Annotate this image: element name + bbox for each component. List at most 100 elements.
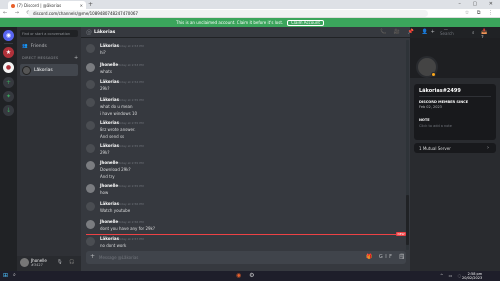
taskbar-apps[interactable]: ◉ ⚙ <box>236 272 258 279</box>
message-author[interactable]: Lãkorias <box>100 97 119 102</box>
message-row[interactable]: Jhonelle Today at 2:53 PM whats <box>84 62 404 80</box>
avatar[interactable] <box>20 258 29 267</box>
note-header: NOTE <box>419 118 430 122</box>
taskbar-search-icon[interactable]: ⌕ <box>13 272 16 278</box>
avatar[interactable] <box>86 220 95 229</box>
message-timestamp: Today at 2:55 PM <box>118 183 144 188</box>
message-author[interactable]: Jhonelle <box>100 62 118 67</box>
message-timestamp: Today at 2:56 PM <box>118 219 144 224</box>
message-row[interactable]: Lãkorias Today at 2:53 PM hi? <box>84 43 404 61</box>
message-text: And try <box>100 174 115 179</box>
browser-toolbar-icons[interactable]: ☆ ⧉ ⋮ <box>465 10 496 16</box>
message-author[interactable]: Lãkorias <box>100 201 119 206</box>
create-dm-button[interactable]: + <box>74 55 78 61</box>
profile-name: Lãkorias#2499 <box>419 88 461 94</box>
message-text: Watch youtube <box>100 208 131 213</box>
search-icon: ⌕ <box>472 31 475 36</box>
add-server-icon[interactable]: + <box>3 77 14 88</box>
message-timestamp: Today at 2:55 PM <box>118 97 144 102</box>
tab-title: (7) Discord | @ākorias <box>17 3 62 8</box>
message-text: 29k? <box>100 150 110 155</box>
chevron-right-icon: › <box>487 145 489 151</box>
explore-icon[interactable]: ✦ <box>3 91 14 102</box>
message-row[interactable]: Lãkorias Today at 2:55 PM what do u mean i … <box>84 97 404 116</box>
sidebar-item-friends[interactable]: 👥 Friends <box>22 44 47 49</box>
note-input[interactable]: Click to add a note <box>419 124 452 128</box>
new-messages-badge: NEW <box>396 232 407 236</box>
message-row[interactable]: Lãkorias Today at 2:55 PM 8rz wrote answer… <box>84 120 404 139</box>
url-field[interactable]: discord.com/channels/@me/108948074824747… <box>28 10 428 17</box>
message-author[interactable]: Lãkorias <box>100 43 119 48</box>
dm-item-name: Lãkorias <box>34 68 53 73</box>
discord-home-icon[interactable]: ◉ <box>3 30 14 41</box>
member-since-header: DISCORD MEMBER SINCE <box>419 100 469 104</box>
download-icon[interactable]: ↓ <box>3 105 14 116</box>
scrollbar-thumb[interactable] <box>406 195 409 245</box>
message-text: dont you have any for 29k? <box>100 226 155 231</box>
chrome-app-icon[interactable]: ◉ <box>236 272 244 279</box>
message-text: 8rz wrote answer. <box>100 127 136 132</box>
banner-text: This is an unclaimed account. Claim it b… <box>176 20 284 25</box>
message-text: how <box>100 190 109 195</box>
message-timestamp: Today at 2:55 PM <box>118 160 144 165</box>
mutual-servers-label: 1 Mutual Server <box>419 146 451 151</box>
message-row[interactable]: Jhonelle Today at 2:55 PM how <box>84 183 404 201</box>
message-text: no dont work <box>100 243 127 248</box>
server-avatar-icon[interactable]: ★ <box>3 47 14 58</box>
message-author[interactable]: Lãkorias <box>100 236 119 241</box>
discord-favicon-icon <box>11 4 15 8</box>
avatar[interactable] <box>86 98 95 107</box>
message-author[interactable]: Lãkorias <box>100 143 119 148</box>
at-icon: @ <box>86 29 92 36</box>
start-button[interactable]: ⊞ <box>3 272 8 279</box>
clock[interactable]: 2:58 pm 20/02/2023 <box>462 272 482 280</box>
avatar[interactable] <box>86 80 95 89</box>
settings-app-icon[interactable]: ⚙ <box>249 272 257 279</box>
message-row[interactable]: Lãkorias Today at 2:54 PM 29k? <box>84 79 404 97</box>
message-row[interactable]: Lãkorias Today at 2:56 PM Watch youtube <box>84 201 404 219</box>
message-author[interactable]: Lãkorias <box>100 79 119 84</box>
avatar <box>22 65 31 75</box>
status-idle-icon <box>431 72 436 77</box>
message-author[interactable]: Jhonelle <box>100 183 118 188</box>
message-author[interactable]: Jhonelle <box>100 160 118 165</box>
rail-divider <box>4 43 13 44</box>
avatar[interactable] <box>86 144 95 153</box>
message-timestamp: Today at 2:57 PM <box>118 236 144 241</box>
new-messages-divider <box>86 234 404 235</box>
avatar[interactable] <box>86 121 95 130</box>
message-author[interactable]: Lãkorias <box>100 120 119 125</box>
message-row[interactable]: Lãkorias Today at 2:55 PM 29k? <box>84 143 404 161</box>
chat-header <box>81 27 410 38</box>
message-timestamp: Today at 2:54 PM <box>118 79 144 84</box>
claim-account-button[interactable]: Claim Account <box>287 20 324 26</box>
message-text: i have windows 10 <box>100 111 138 116</box>
browser-tab[interactable]: (7) Discord | @ākorias ✕ <box>8 1 86 9</box>
message-timestamp: Today at 2:53 PM <box>118 62 144 67</box>
message-timestamp: Today at 2:56 PM <box>118 201 144 206</box>
message-input-placeholder[interactable]: Message @Lãkorias <box>99 255 138 260</box>
find-conversation-input[interactable]: Find or start a conversation <box>20 30 78 37</box>
avatar[interactable] <box>86 161 95 170</box>
avatar[interactable] <box>86 44 95 53</box>
message-author[interactable]: Jhonelle <box>100 219 118 224</box>
system-tray[interactable]: ^ ▭ ◌ <box>440 273 463 278</box>
avatar[interactable] <box>86 63 95 72</box>
avatar[interactable] <box>86 202 95 211</box>
window-controls[interactable]: – ▢ ✕ <box>458 1 498 7</box>
new-tab-button[interactable]: + <box>88 1 93 8</box>
message-text: Download 29k? <box>100 167 131 172</box>
divider <box>419 96 491 97</box>
message-text: And send ss <box>100 134 125 139</box>
message-timestamp: Today at 2:55 PM <box>118 120 144 125</box>
message-timestamp: Today at 2:55 PM <box>118 143 144 148</box>
message-text: hi? <box>100 50 106 55</box>
attach-button[interactable]: + <box>90 253 95 260</box>
message-row[interactable]: Jhonelle Today at 2:55 PM Download 29k? And… <box>84 160 404 179</box>
server-avatar-icon[interactable]: ● <box>3 62 14 73</box>
avatar[interactable] <box>86 237 95 246</box>
avatar[interactable] <box>86 184 95 193</box>
server-rail: ◉ ★ ● + ✦ ↓ <box>0 27 17 271</box>
close-tab-icon[interactable]: ✕ <box>80 3 83 8</box>
message-text: what do u mean <box>100 104 133 109</box>
